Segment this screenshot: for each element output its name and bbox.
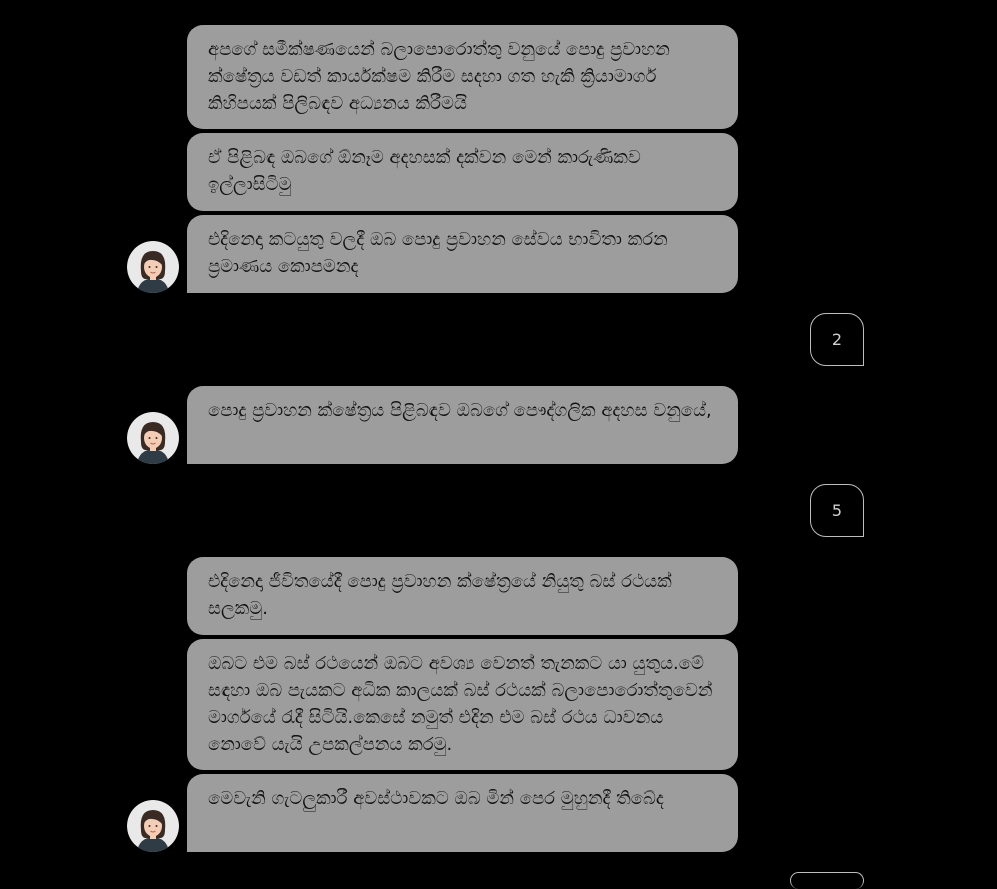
user-reply-bubble-partial: [790, 872, 864, 889]
bot-message: එදිනෙදා කටයුතු වලදී ඔබ පොදු ප්‍රවාහන සේව…: [187, 215, 738, 293]
bot-message: එදිනෙදා ජීවිතයේදී පොදු ප්‍රවාහන ක්ෂේත්‍ර…: [187, 557, 738, 635]
bot-message: ඔබට එම බස් රථයෙන් ඔබට අවශ්‍ය වෙනත් තැනකට…: [187, 639, 738, 770]
female-avatar-icon: [127, 241, 179, 293]
female-avatar-icon: [127, 412, 179, 464]
female-avatar-icon: [127, 800, 179, 852]
bot-message: ඒ පිළිබඳ ඔබගේ ඕනෑම අදහසක් දක්වන මෙන් කාර…: [187, 133, 738, 211]
user-reply-bubble: 5: [810, 484, 864, 537]
bot-message: පොදු ප්‍රවාහන ක්ෂේත්‍රය පිළිබඳව ඔබගේ පෞද…: [187, 386, 738, 464]
bot-message: අපගේ සමීක්ෂණයෙන් බලාපොරොත්තු වනුයේ පොදු …: [187, 25, 738, 129]
bot-message: මෙවැනි ගැටලුකාරී අවස්ථාවකට ඔබ මින් පෙර ම…: [187, 774, 738, 852]
user-reply-bubble: 2: [810, 313, 864, 366]
bot-avatar: [127, 241, 179, 293]
bot-avatar: [127, 800, 179, 852]
chat-transcript: අපගේ සමීක්ෂණයෙන් බලාපොරොත්තු වනුයේ පොදු …: [0, 0, 997, 889]
bot-avatar: [127, 412, 179, 464]
